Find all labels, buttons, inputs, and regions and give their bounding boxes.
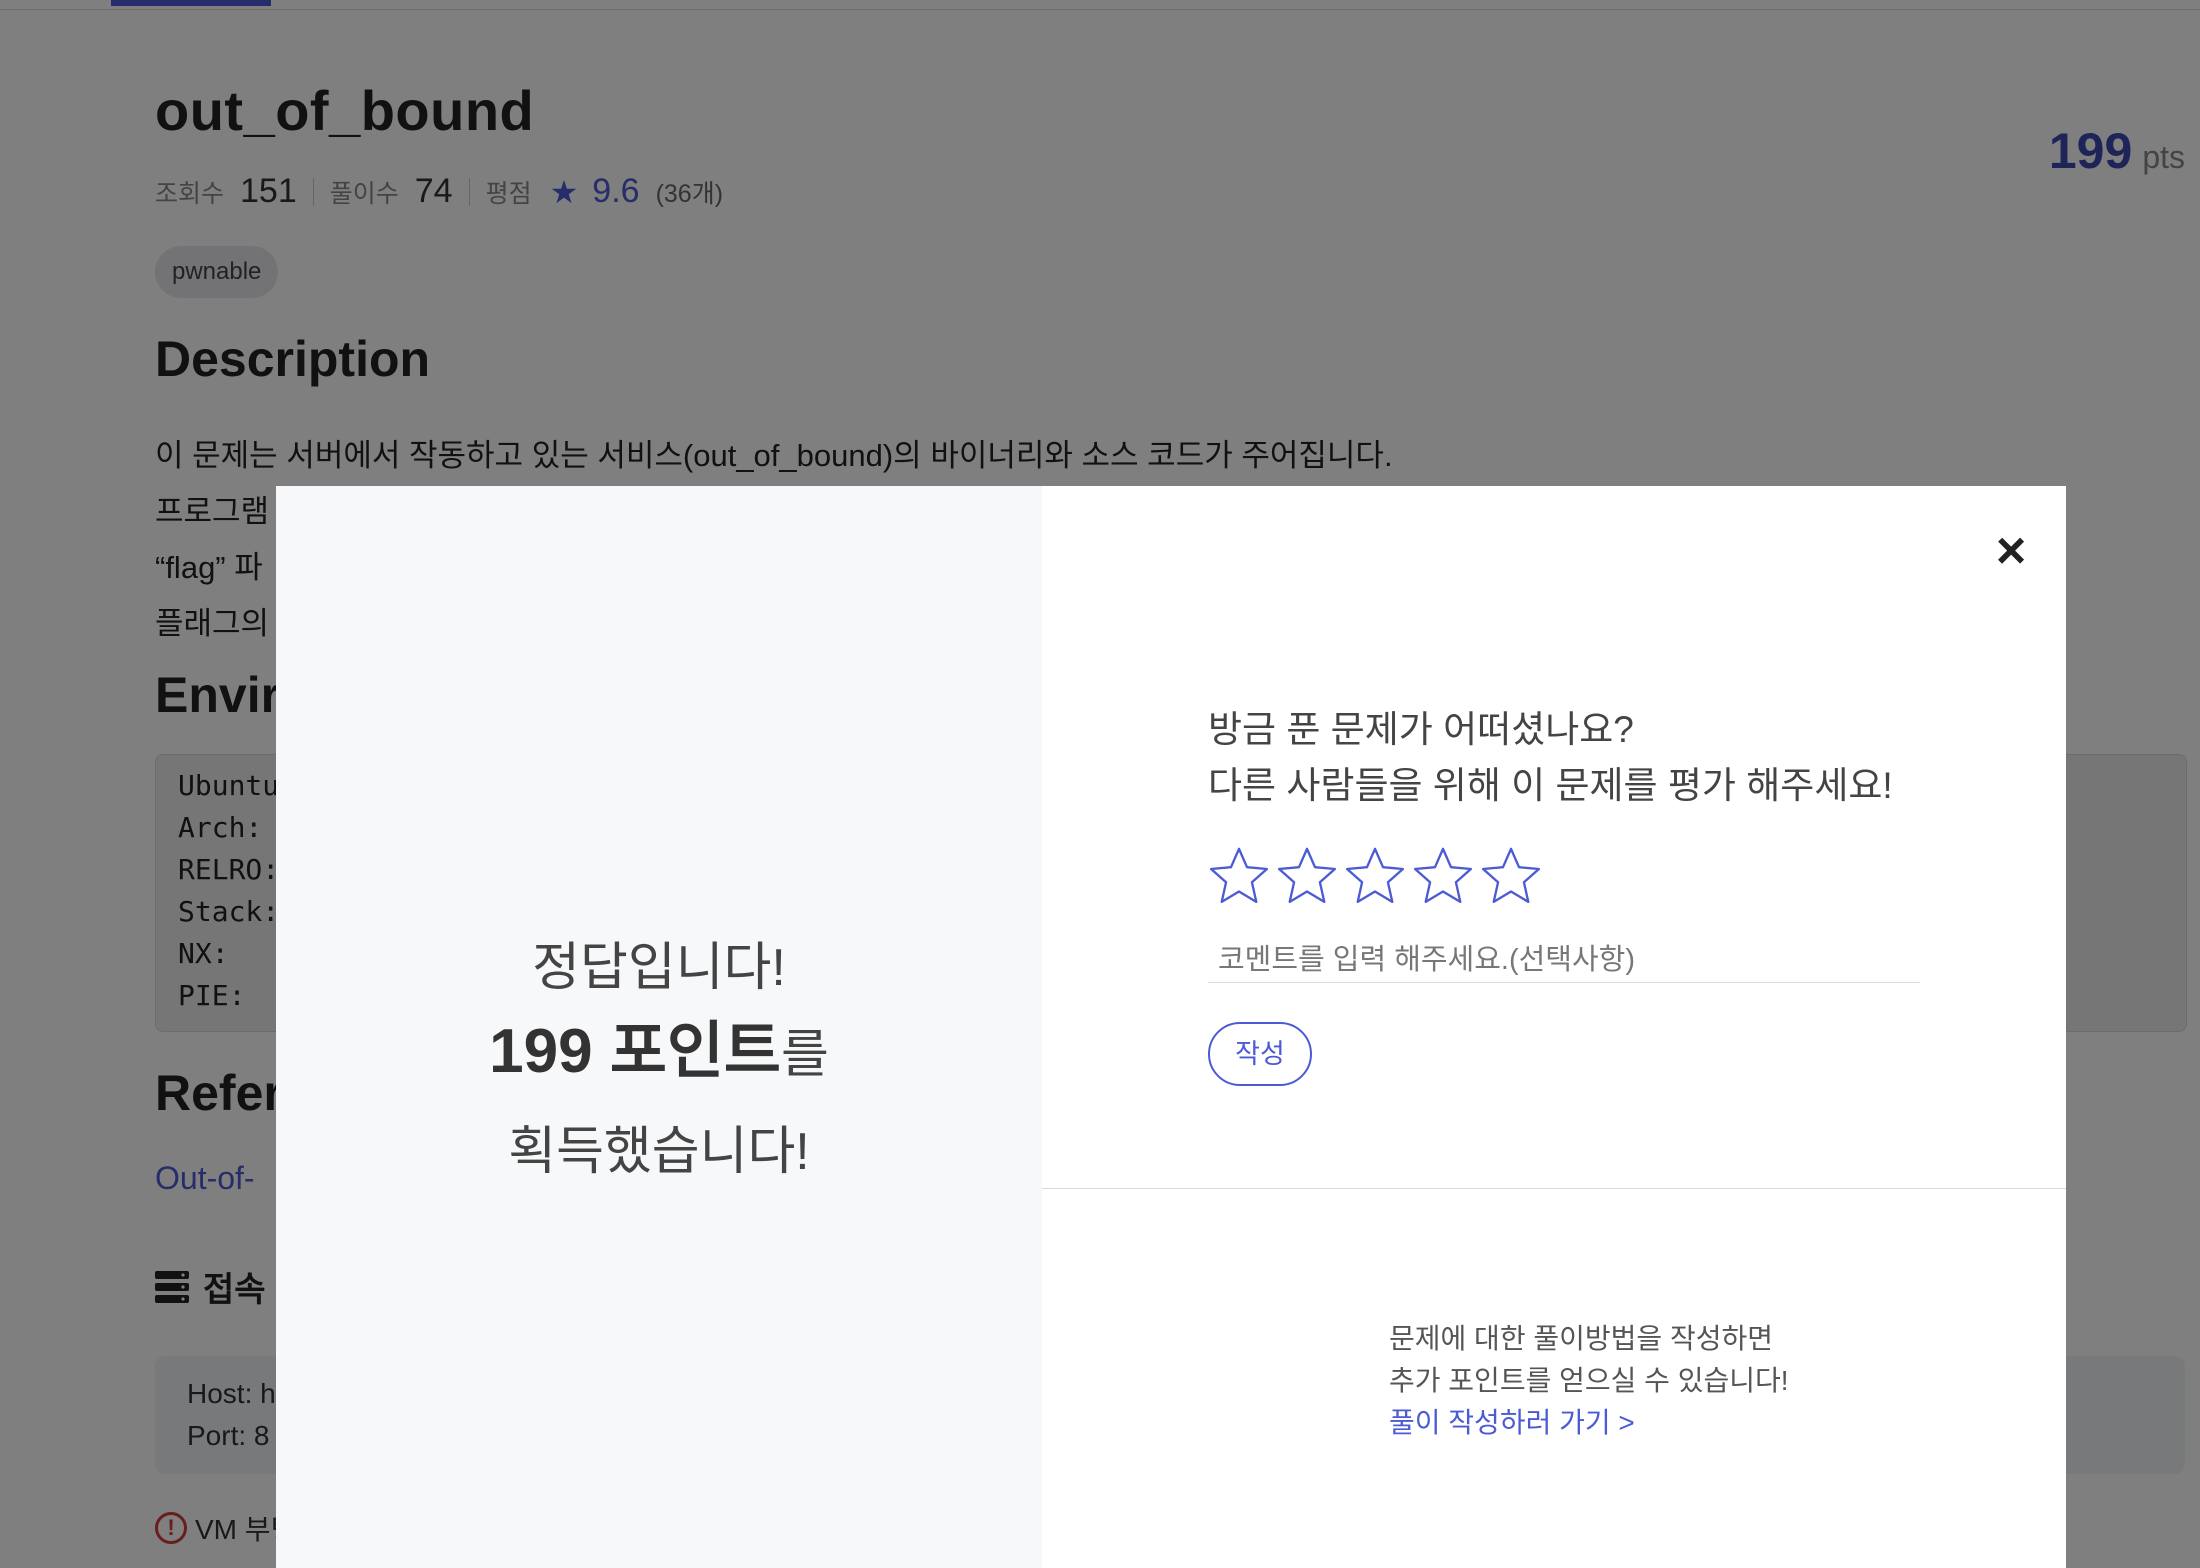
rating-prompt-line-2: 다른 사람들을 위해 이 문제를 평가 해주세요!: [1208, 765, 1893, 806]
rating-prompt-line-1: 방금 푼 문제가 어떠셨나요?: [1208, 709, 1634, 750]
writeup-line-2: 추가 포인트를 얻으실 수 있습니다!: [1389, 1365, 1789, 1396]
solved-modal: 정답입니다! 199 포인트를 획득했습니다! × 방금 푼 문제가 어떠셨나요…: [276, 486, 2066, 1568]
rating-prompt: 방금 푼 문제가 어떠셨나요? 다른 사람들을 위해 이 문제를 평가 해주세요…: [1208, 702, 1893, 814]
star-outline-icon[interactable]: [1412, 844, 1474, 908]
writeup-line-1: 문제에 대한 풀이방법을 작성하면: [1389, 1323, 1773, 1354]
success-line-3: 획득했습니다!: [508, 1123, 810, 1181]
star-rating: [1208, 844, 1548, 908]
earned-points: 199 포인트: [489, 1017, 781, 1086]
success-message: 정답입니다! 199 포인트를 획득했습니다!: [276, 926, 1042, 1194]
write-solution-link[interactable]: 풀이 작성하러 가기 >: [1389, 1402, 1789, 1444]
star-outline-icon[interactable]: [1344, 844, 1406, 908]
success-line-1: 정답입니다!: [532, 939, 786, 997]
success-line-2: 199 포인트를: [276, 1010, 1042, 1110]
star-outline-icon[interactable]: [1208, 844, 1270, 908]
writeup-promo: 문제에 대한 풀이방법을 작성하면 추가 포인트를 얻으실 수 있습니다! 풀이…: [1389, 1318, 1789, 1444]
close-icon[interactable]: ×: [1986, 525, 2036, 577]
success-panel: 정답입니다! 199 포인트를 획득했습니다!: [276, 486, 1042, 1568]
star-outline-icon[interactable]: [1480, 844, 1542, 908]
modal-divider: [1042, 1188, 2066, 1189]
submit-comment-button[interactable]: 작성: [1208, 1022, 1312, 1086]
comment-input[interactable]: [1208, 938, 1920, 983]
star-outline-icon[interactable]: [1276, 844, 1338, 908]
earned-points-particle: 를: [780, 1026, 829, 1084]
